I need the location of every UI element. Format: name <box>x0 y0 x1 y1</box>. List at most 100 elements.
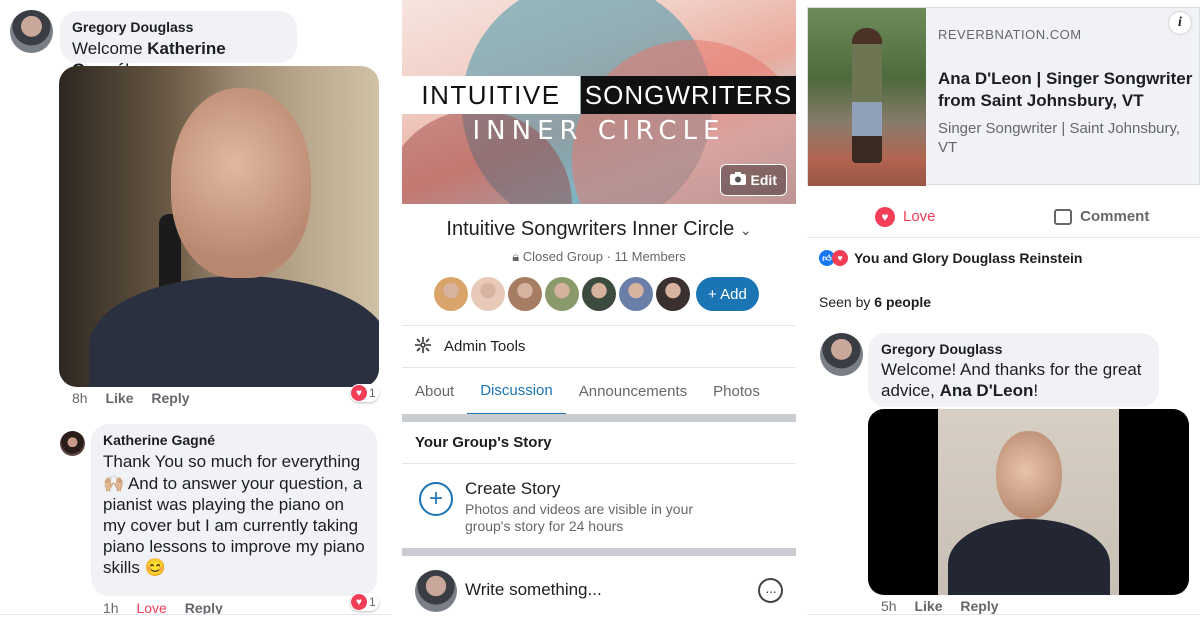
seen-count: 6 people <box>874 294 932 310</box>
avatar[interactable] <box>60 431 85 456</box>
create-story-description: Photos and videos are visible in your gr… <box>465 501 694 534</box>
comment-author[interactable]: Gregory Douglass <box>72 19 285 35</box>
heart-icon: ♥ <box>874 206 895 227</box>
comment-bubble: Katherine Gagné Thank You so much for ev… <box>91 424 377 596</box>
comment-text: Welcome! And thanks for the great advice… <box>881 359 1146 401</box>
comment-text-suffix: ! <box>1033 381 1039 400</box>
avatar[interactable] <box>415 570 457 612</box>
avatar[interactable] <box>820 333 863 376</box>
group-cover-photo[interactable]: INTUITIVE SONGWRITERS INNER CIRCLE Edit <box>402 0 796 204</box>
comment-bubble: Gregory Douglass Welcome Katherine Gagné… <box>60 11 297 79</box>
info-icon[interactable]: i <box>1169 12 1191 34</box>
tab-discussion[interactable]: Discussion <box>467 368 566 416</box>
video-attachment[interactable] <box>868 409 1189 595</box>
tab-photos[interactable]: Photos <box>700 368 773 416</box>
section-divider <box>402 548 796 556</box>
comment-composer-bar[interactable] <box>807 614 1200 628</box>
seen-by-prefix: Seen by <box>819 294 875 310</box>
more-options-icon[interactable]: ··· <box>758 578 783 603</box>
comment-line: pianist was playing the piano on <box>103 495 344 514</box>
person-image <box>852 28 882 163</box>
group-story-heading: Your Group's Story <box>415 434 552 451</box>
timestamp: 8h <box>72 390 88 406</box>
admin-tools-icon <box>414 336 432 358</box>
comment-line: my cover but I am currently taking <box>103 516 359 535</box>
person-body-image <box>89 276 379 387</box>
link-title[interactable]: Ana D'Leon | Singer Songwriter from Sain… <box>938 68 1193 112</box>
link-preview-image <box>808 8 926 186</box>
group-page-panel: INTUITIVE SONGWRITERS INNER CIRCLE Edit … <box>402 0 796 628</box>
create-story-title[interactable]: Create Story <box>465 479 560 499</box>
camera-icon <box>729 172 746 188</box>
reactions-text: You and Glory Douglass Reinstein <box>854 250 1083 266</box>
comment-text-prefix: Welcome <box>72 39 148 58</box>
group-subtitle: 🔒︎ Closed Group · 11 Members <box>402 249 796 265</box>
link-preview-card[interactable]: REVERBNATION.COM Ana D'Leon | Singer Son… <box>807 7 1200 186</box>
reaction-badge[interactable]: ♥ 1 <box>350 593 379 611</box>
comment-bubble: Gregory Douglass Welcome! And thanks for… <box>868 333 1159 407</box>
plus-circle-icon[interactable]: + <box>419 482 453 516</box>
love-reaction-icon: ♥ <box>832 250 848 266</box>
comment-line: piano lessons to improve my piano <box>103 537 365 556</box>
member-avatar[interactable] <box>545 277 579 311</box>
post-panel-right: REVERBNATION.COM Ana D'Leon | Singer Son… <box>807 0 1200 628</box>
seen-by[interactable]: Seen by 6 people <box>819 294 931 310</box>
tab-about[interactable]: About <box>402 368 467 416</box>
video-attachment[interactable] <box>59 66 379 387</box>
comment-meta: 5h Like Reply <box>881 598 1013 614</box>
reaction-count: 1 <box>369 386 376 400</box>
group-title[interactable]: Intuitive Songwriters Inner Circle ⌄ <box>402 218 796 241</box>
add-member-button[interactable]: + Add <box>696 277 759 311</box>
cover-subtitle: INNER CIRCLE <box>472 116 726 146</box>
comment-thread-panel-left: Gregory Douglass Welcome Katherine Gagné… <box>0 0 392 628</box>
edit-cover-button[interactable]: Edit <box>719 164 787 196</box>
comment-line: skills 😊 <box>103 558 166 577</box>
section-divider <box>402 414 796 422</box>
link-description: Singer Songwriter | Saint Johnsbury, VT <box>938 120 1181 156</box>
member-avatar[interactable] <box>434 277 468 311</box>
comment-button[interactable]: Comment <box>1004 196 1200 237</box>
tab-announcements[interactable]: Announcements <box>566 368 700 416</box>
comment-icon <box>1054 208 1073 225</box>
like-button[interactable]: Like <box>914 598 942 614</box>
chevron-down-icon[interactable]: ⌄ <box>740 222 752 238</box>
cover-word-1: INTUITIVE <box>402 76 580 114</box>
comment-composer-bar[interactable] <box>0 614 392 628</box>
member-avatar[interactable] <box>471 277 505 311</box>
member-avatar[interactable] <box>656 277 690 311</box>
love-label: Love <box>902 208 936 225</box>
admin-tools-label: Admin Tools <box>444 338 526 355</box>
post-actions: ♥ Love Comment <box>807 196 1200 238</box>
mentioned-name[interactable]: Ana D'Leon <box>940 381 1034 400</box>
comment-author[interactable]: Gregory Douglass <box>881 341 1146 357</box>
cover-word-2: SONGWRITERS <box>581 76 796 114</box>
reaction-badge[interactable]: ♥ 1 <box>350 384 379 402</box>
comment-text: Thank You so much for everything 🙌🏼 And … <box>103 451 365 578</box>
member-avatar[interactable] <box>508 277 542 311</box>
video-frame <box>938 409 1119 595</box>
member-avatar[interactable] <box>619 277 653 311</box>
reply-button[interactable]: Reply <box>960 598 998 614</box>
write-something-input[interactable]: Write something... <box>465 580 602 600</box>
heart-icon: ♥ <box>351 594 367 610</box>
group-title-text: Intuitive Songwriters Inner Circle <box>446 218 735 240</box>
reactions-summary[interactable]: 👍︎ ♥ You and Glory Douglass Reinstein <box>819 250 1082 266</box>
edit-label: Edit <box>750 172 777 188</box>
avatar[interactable] <box>10 10 53 53</box>
admin-tools-row[interactable]: Admin Tools <box>402 325 796 367</box>
comment-author[interactable]: Katherine Gagné <box>103 432 365 448</box>
love-button[interactable]: ♥ Love <box>807 196 1004 237</box>
heart-icon: ♥ <box>351 385 367 401</box>
lock-icon: 🔒︎ <box>512 249 520 264</box>
person-head-image <box>171 88 311 278</box>
group-privacy-members: Closed Group · 11 Members <box>522 249 686 264</box>
member-avatar[interactable] <box>582 277 616 311</box>
like-button[interactable]: Like <box>105 390 133 406</box>
timestamp: 5h <box>881 598 897 614</box>
comment-meta: 8h Like Reply <box>72 390 204 406</box>
group-tabs: About Discussion Announcements Photos <box>402 367 796 416</box>
comment-line: Thank You so much for everything <box>103 452 361 471</box>
reaction-count: 1 <box>369 595 376 609</box>
reply-button[interactable]: Reply <box>151 390 189 406</box>
person-head-image <box>996 431 1062 519</box>
